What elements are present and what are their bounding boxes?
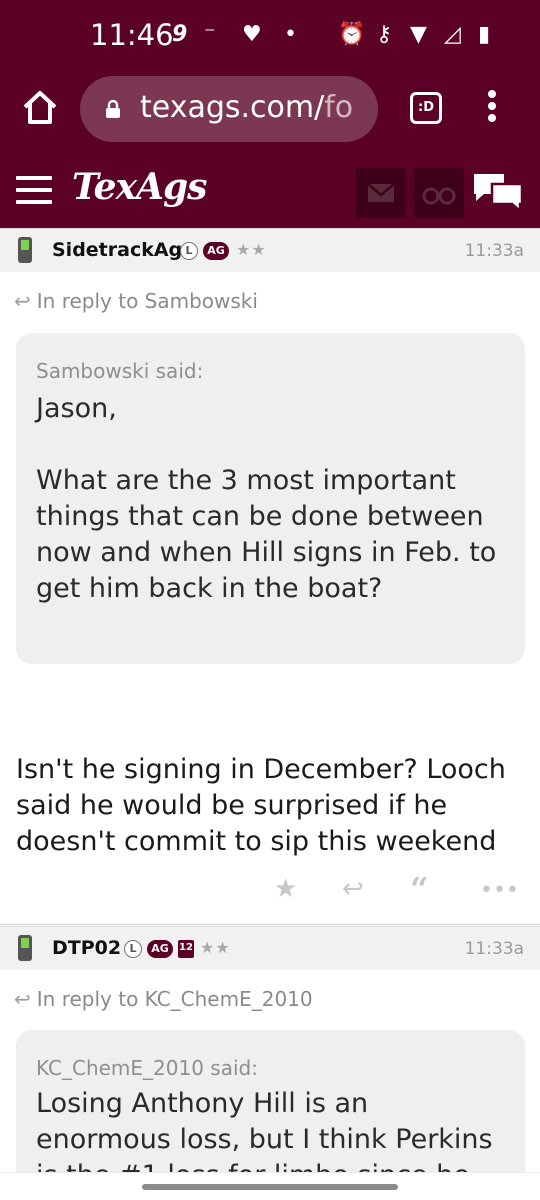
home-icon <box>23 91 57 124</box>
ag-badge: AG <box>203 242 229 260</box>
in-reply-to-text: In reply to KC_ChemE_2010 <box>36 987 313 1011</box>
post-header: SidetrackAg L AG ★★ 11:33a <box>0 228 540 272</box>
menu-dot-icon <box>488 114 496 122</box>
in-reply-to[interactable]: ↩ In reply to Sambowski <box>14 289 258 313</box>
binoculars-icon <box>422 187 456 205</box>
alarm-icon: ⏰ <box>338 22 366 47</box>
watchlist-button[interactable] <box>414 168 464 218</box>
post-username[interactable]: SidetrackAg <box>52 239 182 261</box>
lock-icon <box>106 100 120 118</box>
browser-menu-button[interactable] <box>484 90 500 126</box>
mobile-device-icon <box>18 237 32 263</box>
url-row: texags.com/fo :D <box>0 72 540 152</box>
url-text: texags.com/fo <box>140 90 366 125</box>
quote-block: Sambowski said: Jason, What are the 3 mo… <box>16 333 525 664</box>
wifi-icon: ▼ <box>410 22 427 47</box>
quote-icon[interactable]: “ <box>410 870 428 908</box>
carrier-9-icon: 9 <box>172 22 188 47</box>
mobile-device-icon <box>18 935 32 961</box>
url-tail: fo <box>324 90 354 125</box>
post-divider <box>0 924 540 925</box>
tabs-button[interactable]: :D <box>410 92 442 124</box>
system-nav-bar <box>0 1172 540 1200</box>
battery-icon: ▮ <box>478 22 491 47</box>
in-reply-to[interactable]: ↩ In reply to KC_ChemE_2010 <box>14 987 313 1011</box>
url-main: texags.com/ <box>140 90 325 125</box>
chat-bubbles-icon <box>474 174 524 214</box>
post-body: Isn't he signing in December? Looch said… <box>16 754 506 857</box>
rank-stars: ★★ <box>236 240 267 259</box>
dash-icon: ⁻ <box>204 22 216 47</box>
site-logo[interactable]: TexAgs <box>72 166 207 208</box>
reply-arrow-icon: ↩ <box>14 289 31 313</box>
lifetime-badge: L <box>180 242 198 260</box>
menu-dot-icon <box>488 90 496 98</box>
ag-badge: AG <box>147 940 173 958</box>
messages-button[interactable] <box>356 168 406 218</box>
menu-dot-icon <box>488 102 496 110</box>
reply-icon[interactable]: ↩ <box>342 874 364 904</box>
status-time: 11:46 <box>90 18 174 52</box>
quote-author: KC_ChemE_2010 said: <box>36 1056 258 1080</box>
star-icon[interactable]: ★ <box>274 874 297 904</box>
class-year-badge: 12 <box>178 940 194 958</box>
hamburger-line <box>16 188 52 192</box>
key-icon: ⚷ <box>376 22 393 47</box>
post-header: DTP02 L AG 12 ★★ 11:33a <box>0 926 540 970</box>
post-actions: ★ ↩ “ ••• <box>0 870 540 914</box>
reply-arrow-icon: ↩ <box>14 987 31 1011</box>
site-header: TexAgs <box>0 152 540 228</box>
address-bar[interactable]: texags.com/fo <box>80 76 378 142</box>
in-reply-to-text: In reply to Sambowski <box>36 289 258 313</box>
hamburger-line <box>16 200 52 204</box>
status-bar: 11:46 9 ⁻ ♥ • ⏰ ⚷ ▼ ◿ ▮ <box>0 0 540 72</box>
home-button[interactable] <box>20 88 60 128</box>
hamburger-line <box>16 176 52 180</box>
iheart-icon: ♥ <box>242 22 262 47</box>
post-time[interactable]: 11:33a <box>465 241 524 261</box>
hamburger-menu-button[interactable] <box>16 176 52 204</box>
mail-icon <box>367 183 395 202</box>
chat-button[interactable] <box>470 170 526 214</box>
lifetime-badge: L <box>124 940 142 958</box>
post-time[interactable]: 11:33a <box>465 939 524 959</box>
gesture-handle[interactable] <box>142 1184 398 1190</box>
dot-icon: • <box>284 22 297 47</box>
more-icon[interactable]: ••• <box>480 878 519 903</box>
quote-text: Jason, What are the 3 most important thi… <box>36 393 497 604</box>
browser-chrome: 11:46 9 ⁻ ♥ • ⏰ ⚷ ▼ ◿ ▮ texags.com/fo :D <box>0 0 540 228</box>
post-username[interactable]: DTP02 <box>52 937 121 959</box>
no-signal-icon: ◿ <box>444 22 461 47</box>
quote-author: Sambowski said: <box>36 359 204 383</box>
rank-stars: ★★ <box>200 938 231 957</box>
